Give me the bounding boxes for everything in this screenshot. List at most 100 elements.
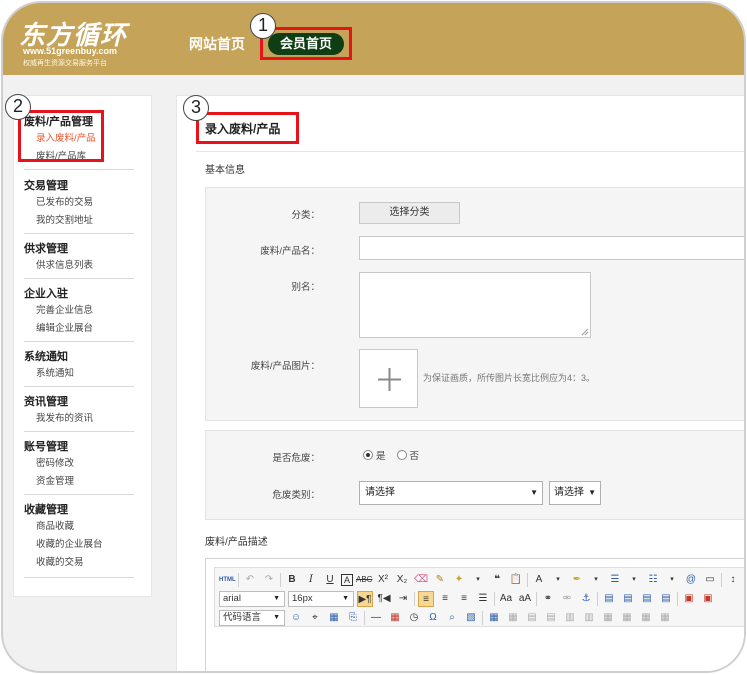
merge-right-icon[interactable]: ▦ bbox=[619, 610, 635, 626]
anchor-icon[interactable]: ⚓ bbox=[578, 591, 594, 607]
undo-icon[interactable]: ↶ bbox=[242, 572, 258, 588]
hazard-yes-radio[interactable] bbox=[363, 450, 373, 460]
delete-table-icon[interactable]: ▦ bbox=[505, 610, 521, 626]
sidebar-item-funds[interactable]: 资金管理 bbox=[24, 473, 134, 491]
select-category-button[interactable]: 选择分类 bbox=[359, 202, 460, 224]
delete-col-icon[interactable]: ▥ bbox=[581, 610, 597, 626]
insert-col-icon[interactable]: ▥ bbox=[562, 610, 578, 626]
sidebar-item-trade-favorites[interactable]: 收藏的交易 bbox=[24, 554, 134, 572]
delete-row-icon[interactable]: ▤ bbox=[543, 610, 559, 626]
editor-content-area[interactable] bbox=[214, 631, 744, 671]
sidebar-item-delivery-address[interactable]: 我的交割地址 bbox=[24, 212, 134, 230]
insert-date-icon[interactable]: ▦ bbox=[387, 610, 403, 626]
ltr-direction-icon[interactable]: ▶¶ bbox=[357, 591, 373, 607]
strikethrough-icon[interactable]: ABC bbox=[356, 572, 372, 588]
subscript-icon[interactable]: X₂ bbox=[394, 572, 410, 588]
chevron-down-icon[interactable]: ▾ bbox=[550, 572, 566, 588]
indent-icon[interactable]: ⇥ bbox=[395, 591, 411, 607]
chevron-down-icon[interactable]: ▾ bbox=[470, 572, 486, 588]
merge-cells-icon[interactable]: ▦ bbox=[600, 610, 616, 626]
sidebar-item-edit-showcase[interactable]: 编辑企业展台 bbox=[24, 320, 134, 338]
format-brush-icon[interactable]: ✎ bbox=[432, 572, 448, 588]
hazard-subtype-select[interactable]: 请选择 ▼ bbox=[549, 481, 601, 505]
image-left-icon[interactable]: ▤ bbox=[620, 591, 636, 607]
callout-marker: 1 bbox=[250, 13, 276, 39]
border-font-icon[interactable]: A bbox=[341, 574, 353, 586]
hazard-subtype-value: 请选择 bbox=[554, 487, 584, 498]
sidebar-item-password[interactable]: 密码修改 bbox=[24, 455, 134, 473]
emotion-icon[interactable]: ☺ bbox=[288, 610, 304, 626]
line-height-icon[interactable]: ↕ bbox=[725, 572, 741, 588]
sidebar-item-product-favorites[interactable]: 商品收藏 bbox=[24, 518, 134, 536]
alias-label: 别名： bbox=[291, 282, 320, 293]
chevron-down-icon[interactable]: ▾ bbox=[664, 572, 680, 588]
align-center-icon[interactable]: ≡ bbox=[437, 591, 453, 607]
chevron-down-icon[interactable]: ▾ bbox=[626, 572, 642, 588]
code-language-select[interactable]: 代码语言 ▼ bbox=[219, 610, 285, 626]
search-replace-icon[interactable]: ⌕ bbox=[444, 610, 460, 626]
touppercase-icon[interactable]: Aa bbox=[498, 591, 514, 607]
merge-down-icon[interactable]: ▦ bbox=[638, 610, 654, 626]
insert-time-icon[interactable]: ◷ bbox=[406, 610, 422, 626]
superscript-icon[interactable]: X² bbox=[375, 572, 391, 588]
insert-frame-icon[interactable]: ▦ bbox=[326, 610, 342, 626]
sidebar-item-supply-list[interactable]: 供求信息列表 bbox=[24, 257, 134, 275]
multi-image-icon[interactable]: ▣ bbox=[700, 591, 716, 607]
paste-text-icon[interactable]: 📋 bbox=[508, 572, 524, 588]
clear-doc-icon[interactable]: ▭ bbox=[702, 572, 718, 588]
auto-format-icon[interactable]: ✦ bbox=[451, 572, 467, 588]
nav-home-link[interactable]: 网站首页 bbox=[189, 34, 245, 54]
select-all-icon[interactable]: @ bbox=[683, 572, 699, 588]
sidebar-item-showcase-favorites[interactable]: 收藏的企业展台 bbox=[24, 536, 134, 554]
sidebar-item-my-news[interactable]: 我发布的资讯 bbox=[24, 410, 134, 428]
sidebar-item-complete-info[interactable]: 完善企业信息 bbox=[24, 302, 134, 320]
sidebar-group-notify: 系统通知 系统通知 bbox=[24, 349, 134, 387]
split-cells-icon[interactable]: ▦ bbox=[657, 610, 673, 626]
font-family-select[interactable]: arial ▼ bbox=[219, 591, 285, 607]
align-left-icon[interactable]: ≡ bbox=[418, 591, 434, 607]
eraser-icon[interactable]: ⌫ bbox=[413, 572, 429, 588]
html-source-icon[interactable]: HTML bbox=[219, 572, 236, 588]
align-justify-icon[interactable]: ☰ bbox=[475, 591, 491, 607]
image-upload-button[interactable] bbox=[359, 349, 418, 408]
insert-table-icon[interactable]: ▦ bbox=[486, 610, 502, 626]
hazard-type-select[interactable]: 请选择 ▼ bbox=[359, 481, 543, 505]
redo-icon[interactable]: ↷ bbox=[261, 572, 277, 588]
rtl-direction-icon[interactable]: ¶◀ bbox=[376, 591, 392, 607]
template-icon[interactable]: ▧ bbox=[463, 610, 479, 626]
sidebar-item-published-trades[interactable]: 已发布的交易 bbox=[24, 194, 134, 212]
nav-member-button[interactable]: 会员首页 bbox=[268, 33, 344, 55]
sidebar-item-system-notice[interactable]: 系统通知 bbox=[24, 365, 134, 383]
font-color-icon[interactable]: A bbox=[531, 572, 547, 588]
blockquote-icon[interactable]: ❝ bbox=[489, 572, 505, 588]
map-icon[interactable]: ⌖ bbox=[307, 610, 323, 626]
unlink-icon[interactable]: ⚮ bbox=[559, 591, 575, 607]
underline-icon[interactable]: U bbox=[322, 572, 338, 588]
unordered-list-icon[interactable]: ☷ bbox=[645, 572, 661, 588]
alias-textarea[interactable] bbox=[359, 272, 591, 338]
highlight-color-icon[interactable]: ✒ bbox=[569, 572, 585, 588]
resize-grip-icon[interactable] bbox=[581, 328, 589, 336]
product-name-input[interactable] bbox=[359, 236, 744, 260]
chevron-down-icon[interactable]: ▾ bbox=[744, 572, 746, 588]
hazard-label: 是否危废： bbox=[272, 453, 320, 464]
hazard-no-radio[interactable] bbox=[396, 450, 407, 460]
chevron-down-icon[interactable]: ▾ bbox=[588, 572, 604, 588]
align-right-icon[interactable]: ≡ bbox=[456, 591, 472, 607]
image-right-icon[interactable]: ▤ bbox=[639, 591, 655, 607]
image-center-icon[interactable]: ▤ bbox=[658, 591, 674, 607]
ordered-list-icon[interactable]: ☰ bbox=[607, 572, 623, 588]
special-char-icon[interactable]: Ω bbox=[425, 610, 441, 626]
page-break-icon[interactable]: ⎘ bbox=[345, 610, 361, 626]
font-size-select[interactable]: 16px ▼ bbox=[288, 591, 354, 607]
italic-icon[interactable]: I bbox=[303, 572, 319, 588]
description-title: 废料/产品描述 bbox=[205, 537, 268, 548]
insert-row-icon[interactable]: ▤ bbox=[524, 610, 540, 626]
image-none-icon[interactable]: ▤ bbox=[601, 591, 617, 607]
horizontal-rule-icon[interactable]: — bbox=[368, 610, 384, 626]
link-icon[interactable]: ⚭ bbox=[540, 591, 556, 607]
insert-image-icon[interactable]: ▣ bbox=[681, 591, 697, 607]
tolowercase-icon[interactable]: aA bbox=[517, 591, 533, 607]
sidebar-group-news: 资讯管理 我发布的资讯 bbox=[24, 394, 134, 432]
bold-icon[interactable]: B bbox=[284, 572, 300, 588]
